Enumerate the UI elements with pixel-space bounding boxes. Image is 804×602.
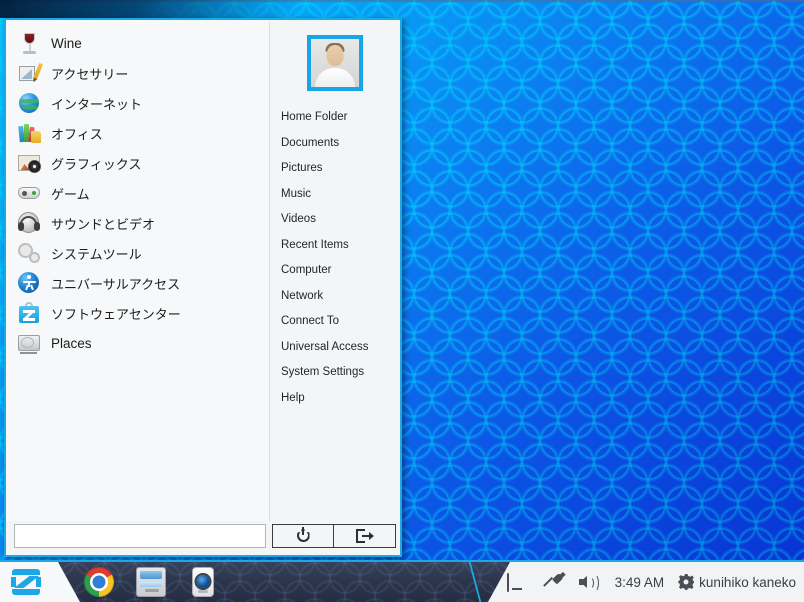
system-gears-icon [17, 241, 41, 265]
logout-icon [355, 528, 374, 543]
avatar-body [315, 68, 355, 87]
gear-icon [678, 574, 695, 590]
place-item-documents[interactable]: Documents [270, 133, 400, 153]
universal-access-icon [17, 271, 41, 295]
category-label: サウンドとビデオ [51, 217, 156, 233]
category-item-system-tools[interactable]: システムツール [6, 238, 269, 268]
keyboard-layout-icon[interactable] [506, 571, 529, 593]
category-label: Wine [51, 35, 82, 51]
graphics-image-icon [17, 151, 41, 175]
software-center-icon [17, 301, 41, 325]
category-item-accessories[interactable]: アクセサリー [6, 58, 269, 88]
category-item-office[interactable]: オフィス [6, 118, 269, 148]
wine-glass-icon [17, 31, 41, 55]
places-harddisk-icon [17, 331, 41, 355]
place-item-connect-to[interactable]: Connect To [270, 311, 400, 331]
menu-body: Wine アクセサリー インターネット オフィス グラフィックス ゲーム サウン… [6, 20, 400, 521]
accessories-icon [17, 61, 44, 85]
shutdown-button[interactable] [272, 523, 334, 548]
avatar[interactable] [307, 35, 363, 91]
place-item-videos[interactable]: Videos [270, 209, 400, 229]
place-item-pictures[interactable]: Pictures [270, 158, 400, 178]
sound-headphones-icon [17, 211, 41, 235]
taskbar-tray-panel-edge [462, 562, 488, 602]
webcam-icon [196, 575, 210, 588]
user-menu-button[interactable]: kunihiko kaneko [678, 574, 796, 590]
internet-globe-icon [17, 91, 41, 115]
menu-places-list: Home Folder Documents Pictures Music Vid… [270, 20, 400, 521]
taskbar-launcher-group [84, 562, 214, 602]
office-books-icon [17, 121, 41, 145]
launcher-chrome[interactable] [84, 567, 114, 597]
volume-icon[interactable] [578, 571, 601, 593]
place-item-network[interactable]: Network [270, 286, 400, 306]
menu-footer-buttons [272, 523, 396, 548]
desktop-screen: Wine アクセサリー インターネット オフィス グラフィックス ゲーム サウン… [0, 0, 804, 602]
category-label: アクセサリー [51, 67, 129, 83]
category-label: ユニバーサルアクセス [51, 277, 181, 293]
category-item-sound-video[interactable]: サウンドとビデオ [6, 208, 269, 238]
category-item-wine[interactable]: Wine [6, 28, 269, 58]
system-tray: 3:49 AM kunihiko kaneko [506, 562, 796, 602]
category-item-software-center[interactable]: ソフトウェアセンター [6, 298, 269, 328]
category-label: ゲーム [51, 187, 90, 203]
wallpaper-top-shadow [0, 0, 300, 18]
category-label: グラフィックス [51, 157, 142, 173]
place-item-universal-access[interactable]: Universal Access [270, 337, 400, 357]
taskbar: 3:49 AM kunihiko kaneko [0, 560, 804, 602]
file-manager-icon [140, 571, 162, 579]
category-item-internet[interactable]: インターネット [6, 88, 269, 118]
network-plug-icon[interactable] [542, 571, 566, 593]
zorin-logo-icon [9, 567, 43, 597]
menu-footer [6, 521, 400, 555]
avatar-head [326, 45, 344, 66]
category-label: ソフトウェアセンター [51, 307, 181, 323]
clock[interactable]: 3:49 AM [615, 575, 665, 590]
place-item-system-settings[interactable]: System Settings [270, 362, 400, 382]
place-item-recent-items[interactable]: Recent Items [270, 235, 400, 255]
place-item-help[interactable]: Help [270, 388, 400, 408]
category-label: インターネット [51, 97, 143, 113]
search-input[interactable] [14, 523, 266, 548]
zorin-menu-button[interactable] [0, 562, 80, 602]
place-item-computer[interactable]: Computer [270, 260, 400, 280]
category-label: オフィス [51, 127, 103, 143]
category-item-graphics[interactable]: グラフィックス [6, 148, 269, 178]
category-item-games[interactable]: ゲーム [6, 178, 269, 208]
power-icon [296, 527, 311, 543]
application-menu-window: Wine アクセサリー インターネット オフィス グラフィックス ゲーム サウン… [4, 18, 402, 557]
user-name-label: kunihiko kaneko [699, 574, 796, 590]
launcher-file-manager[interactable] [136, 567, 166, 597]
logout-button[interactable] [334, 523, 396, 548]
games-controller-icon [17, 181, 41, 205]
avatar-container [270, 35, 400, 91]
menu-category-list: Wine アクセサリー インターネット オフィス グラフィックス ゲーム サウン… [6, 20, 269, 521]
category-label: Places [51, 335, 92, 351]
launcher-webcam[interactable] [192, 567, 214, 597]
place-item-music[interactable]: Music [270, 184, 400, 204]
category-label: システムツール [51, 247, 142, 263]
category-item-universal-access[interactable]: ユニバーサルアクセス [6, 268, 269, 298]
place-item-home-folder[interactable]: Home Folder [270, 107, 400, 127]
category-item-places[interactable]: Places [6, 328, 269, 358]
